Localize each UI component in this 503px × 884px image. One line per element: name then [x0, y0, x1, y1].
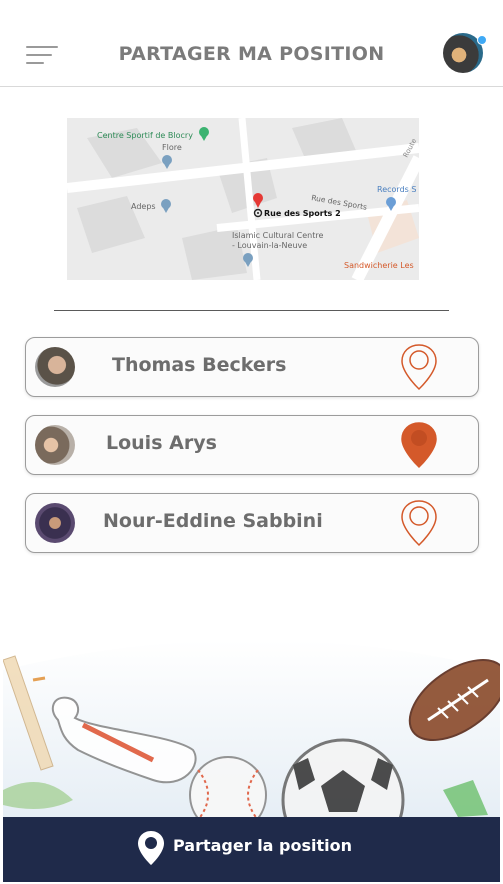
- contact-card[interactable]: Nour-Eddine Sabbini: [25, 493, 479, 553]
- contact-name: Louis Arys: [106, 432, 217, 454]
- app-header: PARTAGER MA POSITION: [0, 0, 503, 87]
- location-pin-outline-icon[interactable]: [398, 342, 440, 392]
- map-label-records: Records S: [377, 185, 416, 194]
- contact-name: Thomas Beckers: [112, 354, 287, 376]
- sports-background-illustration: [3, 640, 500, 817]
- location-pin-icon: [138, 831, 164, 865]
- page-title: PARTAGER MA POSITION: [118, 43, 385, 65]
- contact-card[interactable]: Thomas Beckers: [25, 337, 479, 397]
- location-pin-filled-icon[interactable]: [398, 420, 440, 470]
- map-canvas: Centre Sportif de Blocry Flore Adeps Rue…: [67, 118, 419, 280]
- map-label-address: Rue des Sports 2: [264, 209, 341, 218]
- section-divider: [54, 310, 449, 311]
- map-label-sandwicherie: Sandwicherie Les: [344, 261, 414, 270]
- share-position-label: Partager la position: [173, 836, 353, 855]
- contact-card[interactable]: Louis Arys: [25, 415, 479, 475]
- map-label-adeps: Adeps: [131, 202, 156, 211]
- share-position-button[interactable]: Partager la position: [3, 817, 500, 882]
- online-status-dot: [477, 35, 487, 45]
- map-label-islamic-2: - Louvain-la-Neuve: [232, 241, 307, 250]
- map-label-centre-sportif: Centre Sportif de Blocry: [97, 131, 193, 140]
- contact-avatar: [35, 503, 75, 543]
- contact-avatar: [35, 425, 75, 465]
- contact-avatar: [35, 347, 75, 387]
- contact-name: Nour-Eddine Sabbini: [103, 510, 323, 532]
- map-label-flore: Flore: [162, 143, 182, 152]
- map-label-islamic-1: Islamic Cultural Centre: [232, 231, 323, 240]
- location-map[interactable]: Centre Sportif de Blocry Flore Adeps Rue…: [67, 118, 419, 280]
- location-pin-outline-icon[interactable]: [398, 498, 440, 548]
